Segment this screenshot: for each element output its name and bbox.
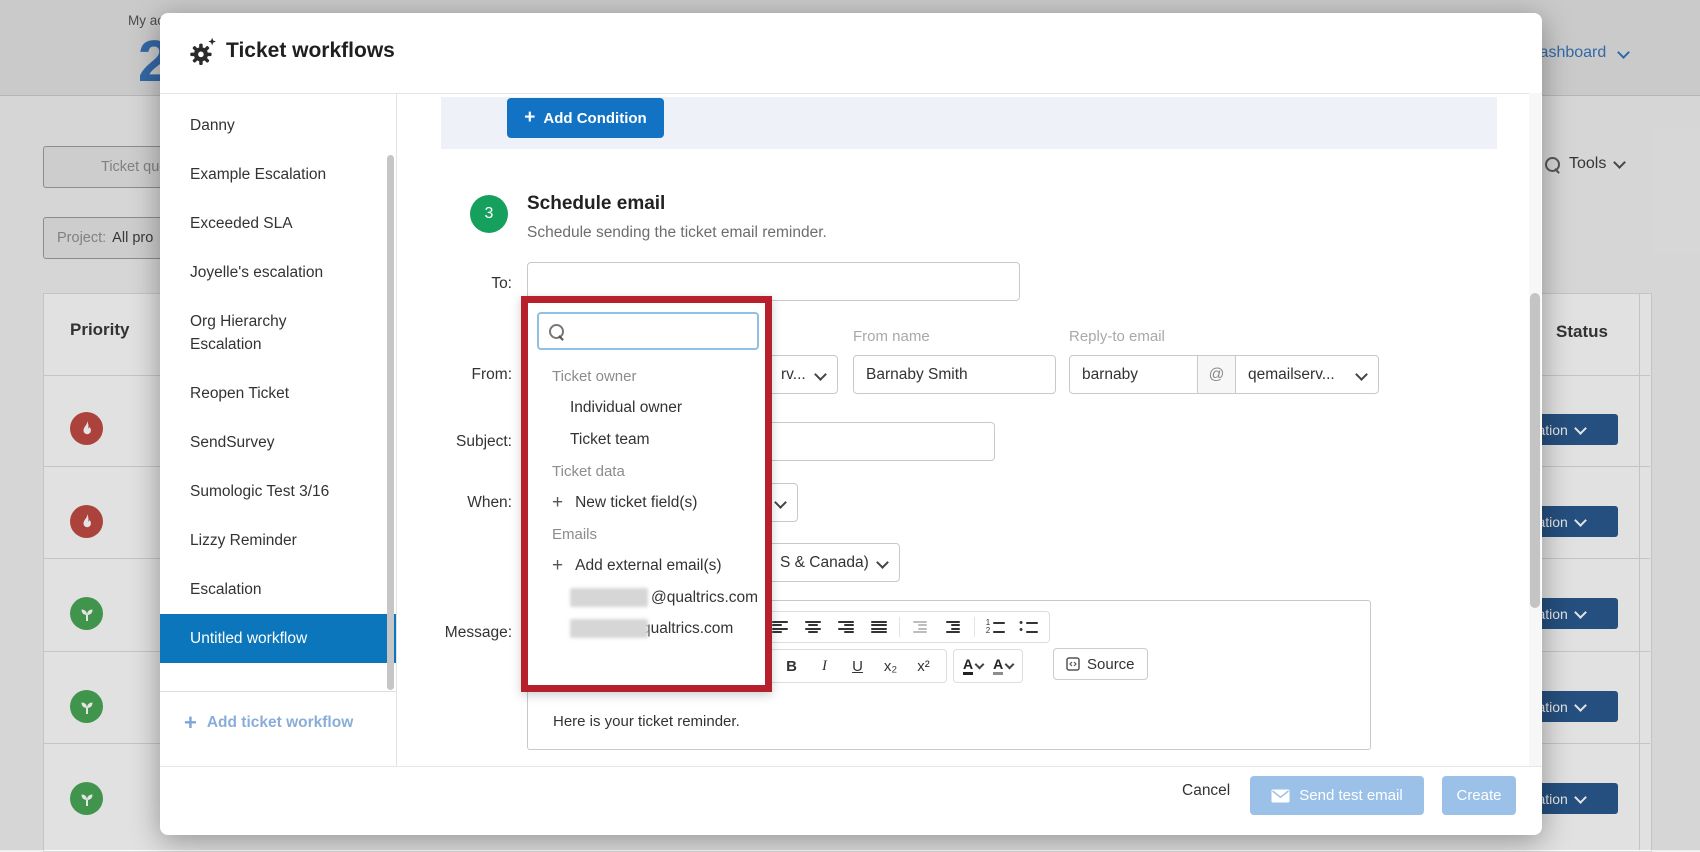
option-email-redacted-1[interactable]: @qualtrics.com bbox=[528, 582, 765, 613]
reply-to-email-label: Reply-to email bbox=[1069, 328, 1165, 345]
step-title: Schedule email bbox=[527, 193, 665, 215]
sidebar-item-joyelles-escalation[interactable]: Joyelle's escalation bbox=[160, 248, 365, 297]
sidebar-item-reopen-ticket[interactable]: Reopen Ticket bbox=[160, 369, 365, 418]
bold-button[interactable]: B bbox=[775, 652, 808, 680]
align-center-icon[interactable] bbox=[796, 613, 829, 641]
sidebar-item-danny[interactable]: Danny bbox=[160, 101, 365, 150]
subscript-button[interactable]: x₂ bbox=[874, 652, 907, 680]
dropdown-search-input[interactable] bbox=[537, 312, 759, 350]
group-label-ticket-data: Ticket data bbox=[528, 456, 765, 487]
bullet-list-icon[interactable]: •• bbox=[1012, 613, 1045, 641]
add-condition-button[interactable]: + Add Condition bbox=[507, 98, 664, 138]
ticket-workflows-modal: Ticket workflows Danny Example Escalatio… bbox=[160, 13, 1542, 835]
option-individual-owner[interactable]: Individual owner bbox=[528, 392, 765, 424]
to-label: To: bbox=[417, 275, 512, 293]
create-button[interactable]: Create bbox=[1442, 776, 1516, 815]
group-label-emails: Emails bbox=[528, 519, 765, 550]
editor-toolbar-row2-text: B I U x₂ x² bbox=[768, 649, 947, 683]
chevron-down-icon bbox=[1355, 368, 1368, 381]
add-ticket-workflow-button[interactable]: + Add ticket workflow bbox=[184, 714, 353, 732]
from-name-input[interactable]: Barnaby Smith bbox=[853, 355, 1056, 394]
align-right-icon[interactable] bbox=[829, 613, 862, 641]
sidebar-item-example-escalation[interactable]: Example Escalation bbox=[160, 150, 365, 199]
superscript-button[interactable]: x² bbox=[907, 652, 940, 680]
toolbar-separator bbox=[974, 617, 975, 637]
chevron-down-icon bbox=[1005, 660, 1015, 670]
send-test-email-button[interactable]: Send test email bbox=[1250, 776, 1424, 815]
subject-label: Subject: bbox=[417, 433, 512, 451]
indent-decrease-icon[interactable] bbox=[904, 613, 937, 641]
plus-icon: + bbox=[552, 495, 563, 511]
option-add-external-email[interactable]: + Add external email(s) bbox=[528, 550, 765, 582]
cancel-button[interactable]: Cancel bbox=[1182, 782, 1230, 800]
source-icon bbox=[1066, 657, 1080, 671]
font-color-button[interactable]: A bbox=[958, 652, 988, 680]
modal-footer: Cancel Send test email Create bbox=[160, 766, 1542, 836]
step-subtitle: Schedule sending the ticket email remind… bbox=[527, 224, 827, 242]
reply-to-domain-select[interactable]: qemailserv... bbox=[1235, 355, 1379, 394]
option-ticket-team[interactable]: Ticket team bbox=[528, 424, 765, 456]
sidebar-scrollbar-thumb[interactable] bbox=[387, 155, 394, 690]
reply-to-local-input[interactable]: barnaby bbox=[1069, 355, 1198, 394]
chevron-down-icon bbox=[876, 556, 889, 569]
message-body-text[interactable]: Here is your ticket reminder. bbox=[553, 713, 740, 730]
editor-toolbar-row2-color: A A bbox=[953, 649, 1023, 683]
italic-button[interactable]: I bbox=[808, 652, 841, 680]
bg-color-button[interactable]: A bbox=[988, 652, 1018, 680]
chevron-down-icon bbox=[814, 368, 827, 381]
from-name-label: From name bbox=[853, 328, 930, 345]
underline-button[interactable]: U bbox=[841, 652, 874, 680]
modal-scrollbar-thumb[interactable] bbox=[1530, 293, 1540, 608]
envelope-icon bbox=[1271, 789, 1290, 803]
modal-title: Ticket workflows bbox=[226, 39, 395, 63]
bg-color-icon: A bbox=[993, 657, 1003, 675]
message-label: Message: bbox=[417, 624, 512, 642]
workflow-list: Danny Example Escalation Exceeded SLA Jo… bbox=[160, 93, 396, 663]
group-label-ticket-owner: Ticket owner bbox=[528, 361, 765, 392]
sidebar-item-sumologic-test[interactable]: Sumologic Test 3/16 bbox=[160, 467, 365, 516]
sidebar-item-untitled-workflow-selected[interactable]: Untitled workflow bbox=[160, 614, 396, 663]
recipient-dropdown-annotated: Ticket owner Individual owner Ticket tea… bbox=[521, 296, 772, 692]
from-label: From: bbox=[417, 366, 512, 384]
redacted-text-blur bbox=[570, 619, 648, 638]
search-icon bbox=[549, 324, 564, 339]
gear-icon bbox=[186, 37, 218, 74]
align-justify-icon[interactable] bbox=[862, 613, 895, 641]
source-button[interactable]: Source bbox=[1053, 648, 1148, 680]
toolbar-separator bbox=[899, 617, 900, 637]
sidebar-footer: + Add ticket workflow bbox=[160, 691, 396, 767]
plus-icon: + bbox=[184, 714, 197, 732]
indent-increase-icon[interactable] bbox=[937, 613, 970, 641]
chevron-down-icon bbox=[774, 496, 787, 509]
ordered-list-icon[interactable]: 12 bbox=[979, 613, 1012, 641]
workflow-sidebar: Danny Example Escalation Exceeded SLA Jo… bbox=[160, 93, 397, 766]
sidebar-item-org-hierarchy-escalation[interactable]: Org Hierarchy Escalation bbox=[160, 297, 365, 369]
redacted-text-blur bbox=[570, 588, 648, 607]
option-email-redacted-2[interactable]: qualtrics.com bbox=[528, 613, 765, 644]
plus-icon: + bbox=[524, 107, 535, 129]
font-color-icon: A bbox=[963, 657, 973, 675]
at-symbol-cell: @ bbox=[1197, 355, 1236, 394]
sidebar-item-sendsurvey[interactable]: SendSurvey bbox=[160, 418, 365, 467]
chevron-down-icon bbox=[975, 660, 985, 670]
sidebar-item-escalation[interactable]: Escalation bbox=[160, 565, 365, 614]
editor-toolbar-row1: 12 •• bbox=[758, 611, 1050, 643]
sidebar-item-exceeded-sla[interactable]: Exceeded SLA bbox=[160, 199, 365, 248]
sidebar-item-lizzy-reminder[interactable]: Lizzy Reminder bbox=[160, 516, 365, 565]
dropdown-options-list: Ticket owner Individual owner Ticket tea… bbox=[528, 361, 765, 644]
plus-icon: + bbox=[552, 558, 563, 574]
step-number-badge: 3 bbox=[470, 195, 508, 233]
when-label: When: bbox=[417, 494, 512, 512]
option-new-ticket-field[interactable]: + New ticket field(s) bbox=[528, 487, 765, 519]
